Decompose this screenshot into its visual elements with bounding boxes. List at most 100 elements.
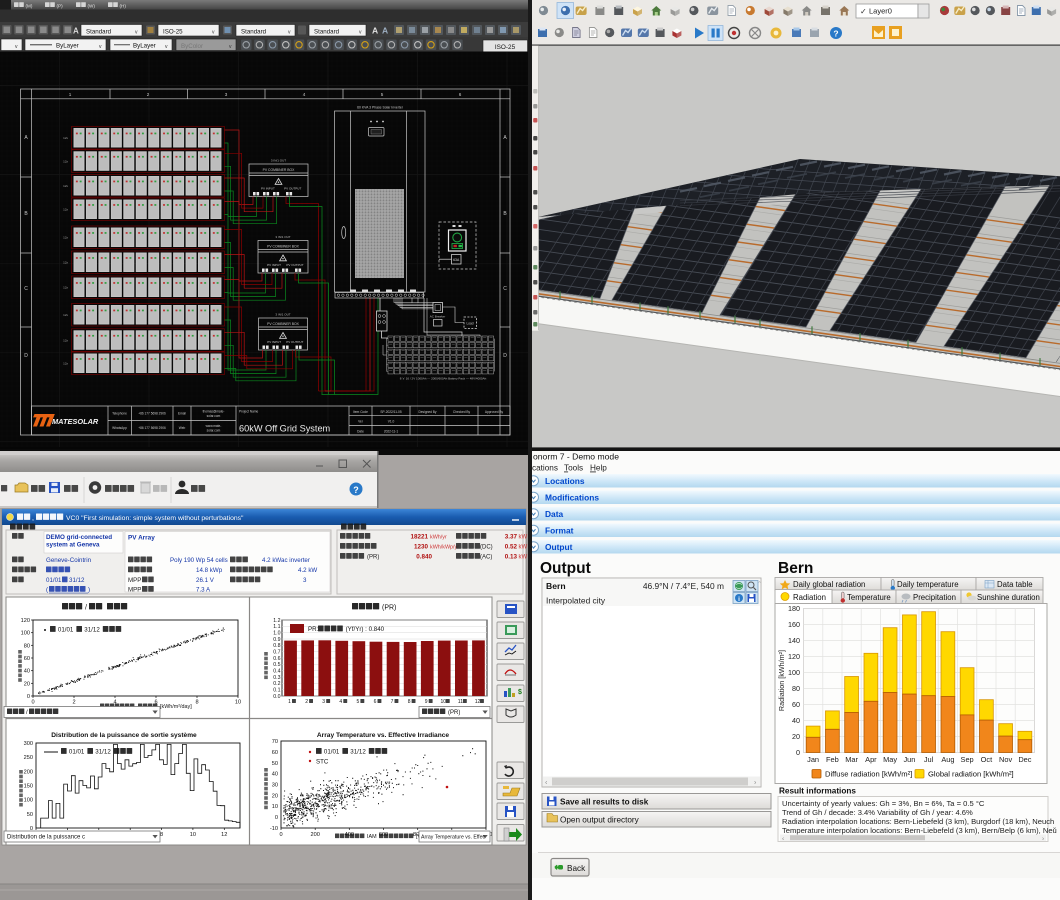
svg-text:0: 0	[27, 694, 30, 700]
svg-text:kW: kW	[519, 545, 528, 551]
svg-text:120: 120	[788, 652, 800, 661]
svg-text:4: 4	[339, 699, 342, 705]
svg-text:12x: 12x	[63, 159, 68, 163]
svg-text:12x: 12x	[63, 261, 68, 265]
svg-text:Item Code: Item Code	[353, 410, 368, 414]
svg-text:Jul: Jul	[924, 755, 934, 764]
svg-text:0: 0	[275, 815, 278, 821]
svg-text:Locations: Locations	[545, 476, 585, 486]
svg-text:PV INPUT: PV INPUT	[261, 187, 275, 191]
svg-text:8: 8	[195, 700, 198, 706]
svg-text:12x: 12x	[63, 313, 68, 317]
svg-text:6: 6	[374, 699, 377, 705]
svg-text:26.1 V: 26.1 V	[196, 577, 215, 584]
svg-text:12x: 12x	[63, 208, 68, 212]
svg-text:14.8 kWp: 14.8 kWp	[196, 567, 223, 574]
svg-text:0.1: 0.1	[273, 688, 280, 694]
svg-text:4.2 kW: 4.2 kW	[298, 567, 317, 574]
svg-text:kWh/kWp/yr: kWh/kWp/yr	[430, 545, 459, 551]
svg-text:PV COMBINER BOX: PV COMBINER BOX	[267, 245, 300, 249]
svg-text:1: 1	[288, 699, 291, 705]
svg-text:250: 250	[24, 755, 33, 761]
svg-text:Sunshine duration: Sunshine duration	[977, 593, 1040, 602]
svg-text:20: 20	[24, 681, 30, 687]
svg-text:40: 40	[272, 772, 278, 778]
svg-text:10: 10	[190, 832, 196, 838]
svg-text:IAM: IAM	[367, 834, 377, 840]
svg-text:12x: 12x	[63, 184, 68, 188]
svg-text:3: 3	[225, 92, 228, 97]
svg-text:3: 3	[303, 577, 307, 584]
svg-text:0: 0	[279, 832, 282, 838]
svg-text:300: 300	[24, 741, 33, 747]
svg-text:onorm 7 - Demo mode: onorm 7 - Demo mode	[533, 452, 619, 462]
svg-text:Designed By: Designed By	[418, 410, 436, 414]
svg-text:(PR): (PR)	[382, 604, 396, 611]
svg-text:63A: 63A	[453, 258, 460, 262]
svg-text:PV INPUT: PV INPUT	[267, 340, 281, 344]
svg-text:ByColor: ByColor	[181, 43, 203, 50]
svg-text:31/12: 31/12	[69, 577, 85, 584]
svg-text:160: 160	[788, 620, 800, 629]
svg-text:Open output directory: Open output directory	[560, 816, 640, 825]
svg-text:1.0: 1.0	[273, 631, 280, 637]
svg-text:?: ?	[353, 485, 359, 495]
svg-text:(M): (M)	[26, 3, 33, 8]
svg-text:C: C	[503, 286, 507, 292]
svg-text:PV OUTPUT: PV OUTPUT	[286, 340, 303, 344]
svg-text:9: 9	[425, 699, 428, 705]
svg-text:140: 140	[788, 636, 800, 645]
svg-text:70: 70	[272, 739, 278, 745]
svg-text:✓: ✓	[860, 7, 867, 16]
svg-text:40: 40	[24, 669, 30, 675]
svg-text:3 IN/1 OUT: 3 IN/1 OUT	[275, 313, 290, 317]
svg-text:Aug: Aug	[941, 755, 954, 764]
svg-text:WhatsApp: WhatsApp	[112, 426, 127, 430]
svg-text:10: 10	[235, 700, 241, 706]
svg-text:Precipitation: Precipitation	[913, 593, 956, 602]
svg-text:Checked By: Checked By	[453, 410, 471, 414]
svg-text:/: /	[85, 604, 87, 611]
svg-text:Tools: Tools	[564, 464, 583, 473]
svg-text:Daily temperature: Daily temperature	[897, 580, 959, 589]
svg-text:12x: 12x	[63, 236, 68, 240]
svg-text:Interpolated city: Interpolated city	[546, 596, 606, 606]
svg-text:01/01: 01/01	[46, 577, 62, 584]
svg-text:01/01: 01/01	[69, 749, 85, 756]
svg-text:Daily global radiation: Daily global radiation	[793, 580, 865, 589]
svg-text:2: 2	[72, 700, 75, 706]
svg-text:›: ›	[1042, 835, 1044, 842]
svg-text:Load: Load	[466, 322, 473, 326]
svg-text:Trend of Gh / decade: 3.4% V: Trend of Gh / decade: 3.4% Variability o…	[782, 808, 973, 817]
svg-text:0.6: 0.6	[273, 656, 280, 662]
svg-text:Temperature: Temperature	[847, 593, 891, 602]
svg-text:150: 150	[24, 784, 33, 790]
svg-text:60: 60	[24, 656, 30, 662]
svg-text:2022-11-1: 2022-11-1	[384, 429, 399, 433]
svg-text:80: 80	[792, 684, 800, 693]
svg-text:Result informations: Result informations	[779, 787, 856, 796]
svg-text:(P): (P)	[57, 3, 64, 8]
svg-text:Nov: Nov	[999, 755, 1012, 764]
svg-text:Mar: Mar	[845, 755, 858, 764]
svg-text:ISO-25: ISO-25	[163, 28, 183, 35]
svg-text:11: 11	[458, 699, 463, 705]
svg-text:10: 10	[441, 699, 447, 705]
svg-text:40: 40	[792, 716, 800, 725]
svg-text:Array Temperature vs. Effec: Array Temperature vs. Effec	[421, 835, 486, 841]
svg-text:?: ?	[833, 29, 838, 39]
svg-text:Data: Data	[545, 509, 563, 519]
svg-text:2: 2	[147, 92, 150, 97]
svg-text:MPP: MPP	[128, 587, 141, 594]
svg-text:Save all results to disk: Save all results to disk	[560, 798, 649, 807]
svg-text:30: 30	[272, 783, 278, 789]
svg-text:PV COMBINER BOX: PV COMBINER BOX	[267, 322, 300, 326]
svg-text:(Yf/Yr) : 0.840: (Yf/Yr) : 0.840	[346, 626, 385, 633]
svg-text:Date: Date	[357, 429, 364, 433]
svg-text:PV Array: PV Array	[128, 535, 155, 542]
svg-text:V1.0: V1.0	[388, 420, 395, 424]
svg-text:Apr: Apr	[865, 755, 877, 764]
svg-text:8: 8	[160, 832, 163, 838]
svg-text:www.mate-: www.mate-	[206, 424, 222, 428]
svg-text:(H): (H)	[120, 3, 127, 8]
